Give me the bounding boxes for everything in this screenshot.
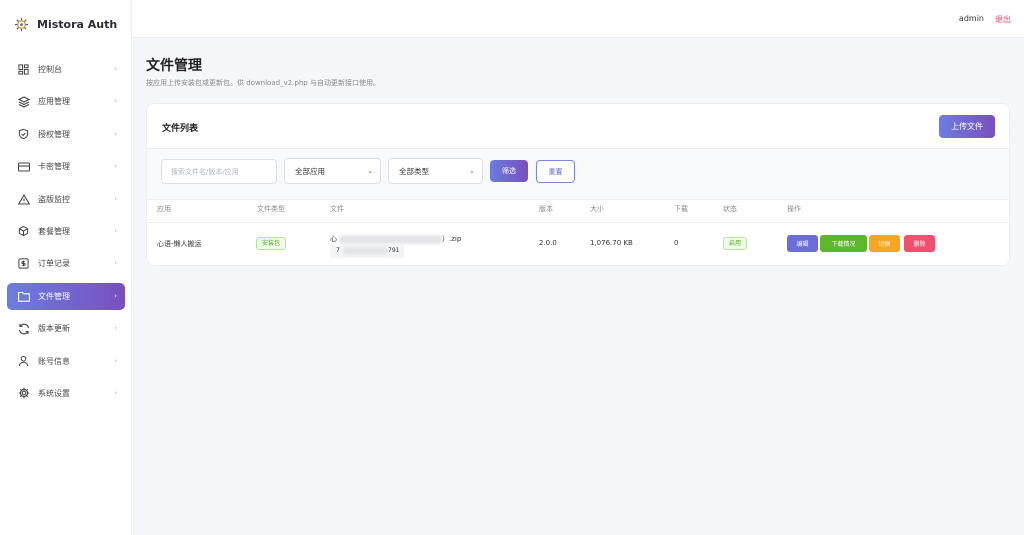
- dashboard-icon: [17, 63, 30, 76]
- toggle-button[interactable]: 切换: [869, 235, 900, 252]
- package-icon: [17, 225, 30, 238]
- sidebar-item-cards[interactable]: 卡密管理 ›: [7, 153, 125, 180]
- row-downloads: 0: [674, 239, 679, 247]
- file-name-prefix: 心: [330, 235, 337, 243]
- refresh-icon: [17, 322, 30, 335]
- chevron-right-icon: ›: [114, 388, 117, 397]
- sidebar-item-licenses[interactable]: 授权管理 ›: [7, 121, 125, 148]
- sidebar-item-orders[interactable]: 订单记录 ›: [7, 250, 125, 277]
- column-header-status: 状态: [723, 205, 737, 213]
- filter-button[interactable]: 筛选: [490, 160, 528, 182]
- page-description: 按应用上传安装包或更新包。供 download_v2.php 与自动更新接口使用…: [146, 79, 380, 87]
- logo[interactable]: Mistora Auth: [14, 15, 117, 33]
- chevron-right-icon: ›: [114, 259, 117, 268]
- logout-link[interactable]: 退出: [995, 14, 1011, 25]
- column-header-actions: 操作: [787, 205, 801, 213]
- sidebar-item-label: 账号信息: [38, 356, 70, 366]
- credit-card-icon: [17, 160, 30, 173]
- column-header-size: 大小: [590, 205, 604, 213]
- redacted-file-hash: [343, 247, 388, 255]
- chevron-right-icon: ›: [114, 356, 117, 365]
- column-header-type: 文件类型: [257, 205, 285, 213]
- chevron-right-icon: ›: [114, 162, 117, 171]
- type-filter-select[interactable]: 全部类型 ⌄: [388, 158, 483, 184]
- download-stats-button[interactable]: 下载情况: [820, 235, 867, 252]
- file-hash-suffix: 791: [388, 247, 400, 254]
- folder-icon: [17, 290, 30, 303]
- chevron-right-icon: ›: [114, 291, 117, 300]
- chevron-right-icon: ›: [114, 194, 117, 203]
- sidebar-item-label: 授权管理: [38, 129, 70, 139]
- app-filter-select[interactable]: 全部应用 ⌄: [284, 158, 381, 184]
- sidebar-item-label: 盗版监控: [38, 194, 70, 204]
- column-header-version: 版本: [539, 205, 553, 213]
- type-filter-value: 全部类型: [399, 166, 429, 176]
- chevron-right-icon: ›: [114, 65, 117, 73]
- delete-button[interactable]: 删除: [904, 235, 935, 252]
- user-icon: [17, 355, 30, 368]
- gear-icon: [17, 387, 30, 400]
- sidebar: Mistora Auth 控制台 › 应用管理 › 授权管理 › 卡密管理 › …: [0, 0, 132, 535]
- file-hash: 7 791: [330, 245, 404, 258]
- filter-bar: 全部应用 ⌄ 全部类型 ⌄ 筛选 重置: [147, 148, 1009, 200]
- logo-icon: [14, 17, 29, 31]
- chevron-down-icon: ⌄: [469, 167, 475, 175]
- app-title: Mistora Auth: [37, 17, 118, 31]
- file-name-suffix: ）.zip: [442, 235, 462, 243]
- sidebar-item-label: 控制台: [38, 65, 62, 74]
- sidebar-item-label: 系统设置: [38, 388, 70, 398]
- redacted-file-name: [339, 235, 442, 244]
- card-title: 文件列表: [162, 124, 199, 134]
- search-input[interactable]: [161, 159, 277, 184]
- sidebar-item-label: 卡密管理: [38, 162, 70, 172]
- table-divider: [147, 222, 1009, 223]
- username: admin: [958, 14, 984, 23]
- file-type-badge: 安装包: [256, 237, 287, 250]
- column-header-app: 应用: [157, 205, 171, 213]
- sidebar-item-account[interactable]: 账号信息 ›: [7, 348, 125, 375]
- reset-button[interactable]: 重置: [536, 160, 575, 183]
- sidebar-item-label: 文件管理: [38, 291, 70, 301]
- chevron-right-icon: ›: [114, 226, 117, 235]
- shield-check-icon: [17, 128, 30, 141]
- row-app-name: 心语-懒人搬运: [157, 240, 202, 248]
- sidebar-item-files[interactable]: 文件管理 ›: [7, 282, 125, 310]
- column-header-downloads: 下载: [674, 205, 688, 213]
- layers-icon: [17, 95, 30, 108]
- receipt-icon: [17, 257, 30, 270]
- row-size: 1,076.70 KB: [590, 239, 633, 247]
- page-title: 文件管理: [146, 58, 202, 74]
- sidebar-item-dashboard[interactable]: 控制台 ›: [7, 56, 125, 83]
- edit-button[interactable]: 编辑: [787, 235, 818, 252]
- sidebar-item-packages[interactable]: 套餐管理 ›: [7, 218, 125, 245]
- file-list-card: 文件列表 上传文件 全部应用 ⌄ 全部类型 ⌄ 筛选 重置 应用 文件类型 文件…: [146, 103, 1010, 266]
- sidebar-item-label: 版本更新: [38, 324, 70, 334]
- sidebar-nav: 控制台 › 应用管理 › 授权管理 › 卡密管理 › 盗版监控 › 套餐管理 ›: [7, 56, 125, 412]
- chevron-right-icon: ›: [114, 324, 117, 333]
- chevron-down-icon: ⌄: [367, 167, 373, 175]
- chevron-right-icon: ›: [114, 97, 117, 106]
- upload-file-button[interactable]: 上传文件: [939, 115, 995, 138]
- warning-icon: [17, 193, 30, 206]
- sidebar-item-label: 订单记录: [38, 259, 70, 269]
- sidebar-item-apps[interactable]: 应用管理 ›: [7, 88, 125, 115]
- column-header-file: 文件: [330, 205, 344, 213]
- row-version: 2.0.0: [539, 239, 557, 247]
- chevron-right-icon: ›: [114, 129, 117, 138]
- sidebar-item-piracy[interactable]: 盗版监控 ›: [7, 186, 125, 213]
- file-hash-prefix: 7: [336, 247, 340, 254]
- sidebar-item-settings[interactable]: 系统设置 ›: [7, 380, 125, 407]
- sidebar-item-label: 套餐管理: [38, 226, 70, 236]
- sidebar-item-label: 应用管理: [38, 97, 70, 107]
- app-filter-value: 全部应用: [295, 166, 325, 176]
- sidebar-item-versions[interactable]: 版本更新 ›: [7, 315, 125, 342]
- top-bar: admin 退出: [132, 0, 1024, 38]
- status-badge: 启用: [723, 237, 748, 250]
